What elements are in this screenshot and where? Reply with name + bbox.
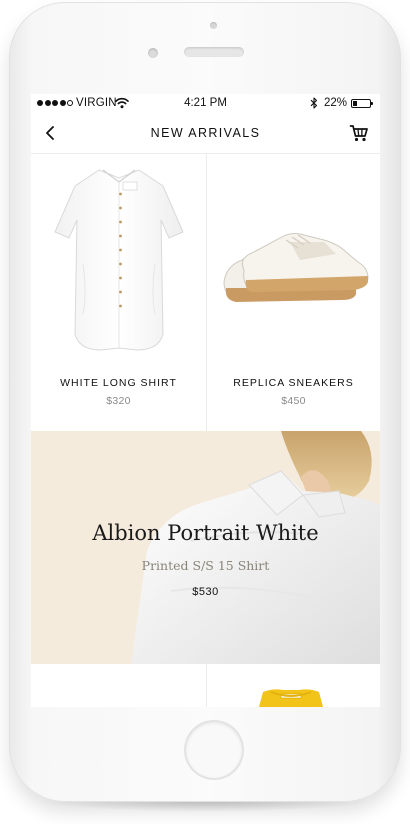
app-screen: VIRGIN 4:21 PM 22% NEW ARRIVALS WHITE LO… xyxy=(31,94,380,707)
bluetooth-icon xyxy=(310,97,318,109)
featured-banner[interactable]: Albion Portrait White Printed S/S 15 Shi… xyxy=(31,431,380,664)
product-price: $320 xyxy=(106,395,131,407)
battery-level xyxy=(353,101,357,106)
featured-model-image xyxy=(131,431,380,664)
product-name: WHITE LONG SHIRT xyxy=(60,377,177,389)
featured-subtitle: Printed S/S 15 Shirt xyxy=(141,558,270,573)
home-button[interactable] xyxy=(186,722,242,778)
featured-price: $530 xyxy=(192,586,219,598)
partial-product-image xyxy=(259,689,323,707)
product-grid-row-partial xyxy=(31,664,380,707)
status-bar: VIRGIN 4:21 PM 22% xyxy=(31,94,380,114)
product-price: $450 xyxy=(281,395,306,407)
proximity-sensor xyxy=(210,22,217,29)
white-long-shirt-image xyxy=(54,169,184,351)
front-camera xyxy=(148,48,158,58)
navigation-bar: NEW ARRIVALS xyxy=(31,114,380,154)
chevron-left-icon[interactable] xyxy=(43,123,59,143)
replica-sneakers-image xyxy=(223,233,369,302)
product-name: REPLICA SNEAKERS xyxy=(233,377,354,389)
cart-icon[interactable] xyxy=(349,123,369,143)
product-card-white-long-shirt[interactable]: WHITE LONG SHIRT $320 xyxy=(31,154,206,431)
page-title: NEW ARRIVALS xyxy=(150,126,261,140)
earpiece-speaker xyxy=(184,47,244,57)
featured-title: Albion Portrait White xyxy=(92,521,319,545)
battery-icon xyxy=(351,99,373,108)
product-card-replica-sneakers[interactable]: REPLICA SNEAKERS $450 xyxy=(206,154,380,431)
grid-divider xyxy=(206,664,207,707)
product-grid-row: WHITE LONG SHIRT $320 REPLICA SNEAKERS $… xyxy=(31,154,380,431)
battery-percent: 22% xyxy=(324,97,348,109)
